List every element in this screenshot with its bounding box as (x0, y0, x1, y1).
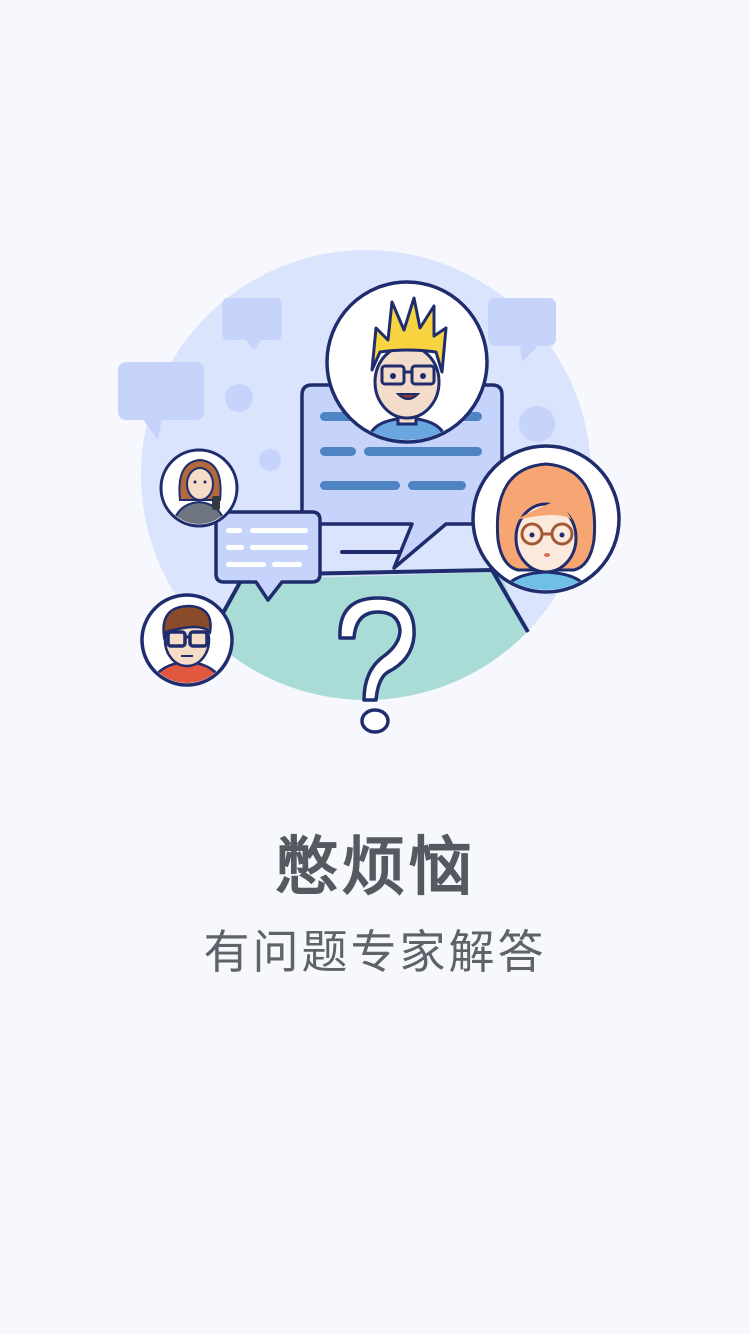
onboarding-subline: 有问题专家解答 (203, 925, 547, 979)
onboarding-screen: 憋烦恼 有问题专家解答 (0, 0, 750, 1334)
expert-qa-illustration (118, 250, 621, 734)
decor-dot (519, 406, 555, 442)
expert-avatar-icon (325, 280, 489, 444)
expert-avatar-icon (140, 593, 234, 687)
onboarding-headline: 憋烦恼 (274, 831, 476, 905)
decor-dot (225, 384, 253, 412)
expert-avatar-icon (159, 448, 239, 528)
decor-dot (259, 449, 281, 471)
